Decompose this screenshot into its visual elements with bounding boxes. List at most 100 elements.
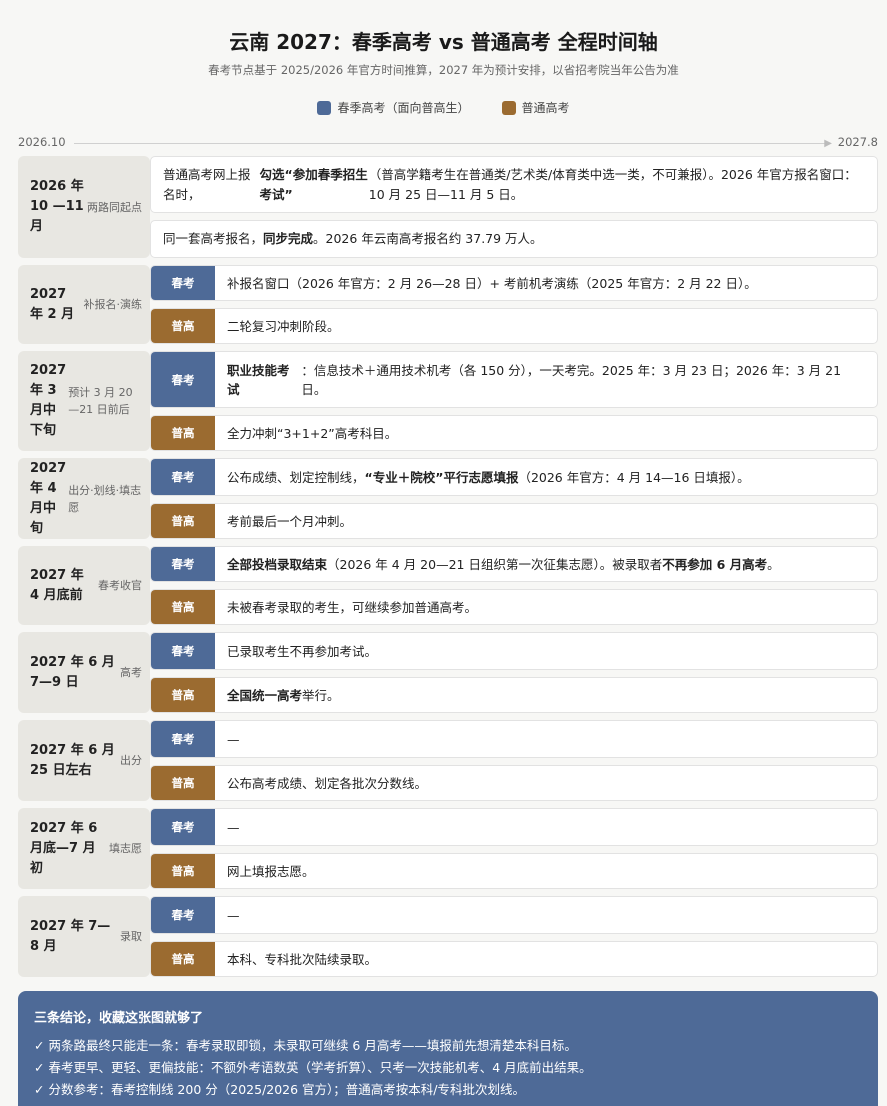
stage-label: 2027 年 2 月补报名·演练 — [18, 265, 150, 344]
row-text: 公布高考成绩、划定各批次分数线。 — [215, 766, 439, 800]
normal-row: 普高 公布高考成绩、划定各批次分数线。 — [150, 765, 878, 801]
stage-label: 2027 年 6 月 25 日左右 出分 — [18, 720, 150, 801]
legend-swatch-normal — [501, 100, 516, 115]
axis-arrow-icon: ▶ — [824, 138, 832, 149]
page-title: 云南 2027：春季高考 vs 普通高考 全程时间轴 — [229, 30, 658, 54]
timeline: 2026 年 10 —11 月两路同起点 普通高考网上报名时， 勾选“参加春季招生考… — [18, 156, 878, 984]
axis-end-label: 2027.8 — [837, 135, 878, 149]
normal-row: 普高 全国统一高考 举行。 — [150, 677, 878, 713]
row-text: 未被春考录取的考生，可继续参加普通高考。 — [215, 590, 489, 624]
stage-rows: 春考 — 普高 网上填报志愿。 — [150, 808, 878, 889]
text-segment: 。2026 年云南高考报名约 37.79 万人。 — [313, 231, 543, 247]
stage-date: 2027 年 6 月底—7 月初 — [30, 820, 98, 876]
row-text: 同一套高考报名， 同步完成 。2026 年云南高考报名约 37.79 万人。 — [151, 221, 555, 257]
spring-row: 春考 已录取考生不再参加考试。 — [150, 632, 878, 670]
text-segment: 已录取考生不再参加考试。 — [227, 643, 378, 659]
text-segment: 。 — [767, 556, 780, 572]
summary-item: ✓ 春考更早、更轻、更偏技能：不额外考语数英（学考折算）、只考一次技能机考、4 … — [34, 1060, 592, 1075]
row-text: 已录取考生不再参加考试。 — [215, 633, 389, 669]
spring-row: 春考 — — [150, 720, 878, 758]
row-text: 补报名窗口（2026 年官方：2 月 26—28 日）+ 考前机考演练（2025… — [215, 266, 769, 300]
stage-date: 2027 年 4 月底前 — [30, 567, 84, 603]
text-segment: — — [227, 731, 240, 747]
spring-row: 春考 补报名窗口（2026 年官方：2 月 26—28 日）+ 考前机考演练（20… — [150, 265, 878, 301]
stage-rows: 春考 公布成绩、划定控制线， “专业＋院校”平行志愿填报 （2026 年官方：4 月 … — [150, 458, 878, 539]
normal-row: 普高 未被春考录取的考生，可继续参加普通高考。 — [150, 589, 878, 625]
stage-rows: 春考 — 普高 公布高考成绩、划定各批次分数线。 — [150, 720, 878, 801]
text-segment: 举行。 — [302, 687, 340, 703]
text-segment: 职业技能考试 — [227, 362, 290, 397]
stage-date: 2027 年 6 月 25 日左右 — [30, 742, 115, 778]
axis-line — [74, 143, 826, 144]
row-text: 本科、专科批次陆续录取。 — [215, 942, 389, 976]
row-text: — — [215, 809, 252, 845]
text-segment: （2026 年 4 月 20—21 日组织第一次征集志愿）。被录取者 — [327, 556, 663, 572]
row-text: — — [215, 897, 252, 933]
normal-badge: 普高 — [151, 416, 215, 450]
stage-rows: 春考 全部投档录取结束 （2026 年 4 月 20—21 日组织第一次征集志愿）。… — [150, 546, 878, 625]
spring-badge: 春考 — [151, 809, 215, 845]
normal-badge: 普高 — [151, 942, 215, 976]
shared-row: 同一套高考报名， 同步完成 。2026 年云南高考报名约 37.79 万人。 — [150, 220, 878, 258]
text-segment: 本科、专科批次陆续录取。 — [227, 951, 378, 967]
text-segment: （普高学籍考生在普通类/艺术类/体育类中选一类，不可兼报）。2026 年官方报名… — [368, 167, 857, 202]
legend-swatch-spring — [317, 100, 332, 115]
spring-badge: 春考 — [151, 266, 215, 300]
text-segment: 二轮复习冲刺阶段。 — [227, 318, 340, 334]
row-text: 二轮复习冲刺阶段。 — [215, 309, 352, 343]
text-segment: 同步完成 — [263, 231, 314, 247]
normal-row: 普高 全力冲刺“3+1+2”高考科目。 — [150, 415, 878, 451]
summary-panel: 三条结论，收藏这张图就够了 ✓ 两条路最终只能走一条：春考录取即锁，未录取可继续… — [18, 991, 878, 1106]
timeline-stage: 2027 年 2 月补报名·演练 春考 补报名窗口（2026 年官方：2 月 26—… — [18, 265, 878, 344]
text-segment: 同一套高考报名， — [163, 231, 264, 247]
spring-badge: 春考 — [151, 352, 215, 407]
normal-badge: 普高 — [151, 590, 215, 624]
stage-label: 2027 年 3 月中下旬 预计 3 月 20—21 日前后 — [18, 351, 150, 451]
stage-label: 2027 年 7—8 月录取 — [18, 896, 150, 977]
axis-start-label: 2026.10 — [18, 135, 66, 149]
time-axis: 2026.10 ▶ 2027.8 — [18, 135, 878, 151]
text-segment: “专业＋院校”平行志愿填报 — [364, 469, 519, 485]
stage-date: 2027 年 4 月中旬 — [30, 460, 67, 536]
shared-row: 普通高考网上报名时， 勾选“参加春季招生考试” （普高学籍考生在普通类/艺术类/体育… — [150, 156, 878, 213]
normal-badge: 普高 — [151, 678, 215, 712]
normal-badge: 普高 — [151, 854, 215, 888]
row-text: 公布成绩、划定控制线， “专业＋院校”平行志愿填报 （2026 年官方：4 月 14… — [215, 459, 762, 495]
timeline-stage: 2027 年 4 月底前 春考收官 春考 全部投档录取结束 （2026 年 4 月 20… — [18, 546, 878, 625]
spring-row: 春考 职业技能考试 ：信息技术＋通用技术机考（各 150 分），一天考完。2025 … — [150, 351, 878, 408]
row-text: 考前最后一个月冲刺。 — [215, 504, 364, 538]
stage-tag: 春考收官 — [98, 579, 142, 592]
text-segment: 未被春考录取的考生，可继续参加普通高考。 — [227, 599, 478, 615]
spring-row: 春考 — — [150, 808, 878, 846]
timeline-stage: 2027 年 6 月底—7 月初 填志愿 春考 — 普高 网上填报志愿。 — [18, 808, 878, 889]
timeline-stage: 2027 年 7—8 月录取 春考 — 普高 本科、专科批次陆续录取。 — [18, 896, 878, 977]
stage-rows: 普通高考网上报名时， 勾选“参加春季招生考试” （普高学籍考生在普通类/艺术类/体育… — [150, 156, 878, 258]
legend-label-spring: 春季高考（面向普高生） — [337, 101, 470, 115]
row-text: 职业技能考试 ：信息技术＋通用技术机考（各 150 分），一天考完。2025 年：… — [215, 352, 877, 407]
timeline-stage: 2027 年 3 月中下旬 预计 3 月 20—21 日前后 春考 职业技能考试 ：信息… — [18, 351, 878, 451]
stage-label: 2026 年 10 —11 月两路同起点 — [18, 156, 150, 258]
stage-date: 2027 年 3 月中下旬 — [30, 363, 67, 438]
timeline-stage: 2027 年 6 月 25 日左右 出分 春考 — 普高 公布高考成绩、划定各批次分数线。 — [18, 720, 878, 801]
spring-row: 春考 — — [150, 896, 878, 934]
text-segment: ：信息技术＋通用技术机考（各 150 分），一天考完。2025 年：3 月 23… — [301, 362, 842, 397]
text-segment: 补报名窗口（2026 年官方：2 月 26—28 日）+ 考前机考演练（2025… — [227, 275, 757, 291]
spring-badge: 春考 — [151, 547, 215, 581]
timeline-stage: 2027 年 4 月中旬 出分·划线·填志愿 春考 公布成绩、划定控制线， “专业＋院校… — [18, 458, 878, 539]
text-segment: 勾选“参加春季招生考试” — [259, 167, 368, 202]
normal-row: 普高 网上填报志愿。 — [150, 853, 878, 889]
text-segment: 普通高考网上报名时， — [163, 167, 251, 202]
spring-badge: 春考 — [151, 633, 215, 669]
stage-label: 2027 年 6 月底—7 月初 填志愿 — [18, 808, 150, 889]
timeline-stage: 2026 年 10 —11 月两路同起点 普通高考网上报名时， 勾选“参加春季招生考… — [18, 156, 878, 258]
legend-label-normal: 普通高考 — [521, 101, 570, 115]
stage-tag: 高考 — [120, 666, 142, 679]
stage-rows: 春考 已录取考生不再参加考试。 普高 全国统一高考 举行。 — [150, 632, 878, 713]
spring-badge: 春考 — [151, 459, 215, 495]
summary-item: ✓ 分数参考：春考控制线 200 分（2025/2026 官方）；普通高考按本科… — [34, 1082, 526, 1097]
legend: 春季高考（面向普高生） 普通高考 — [0, 99, 887, 116]
spring-badge: 春考 — [151, 721, 215, 757]
summary-item: ✓ 两条路最终只能走一条：春考录取即锁，未录取可继续 6 月高考——填报前先想清… — [34, 1038, 577, 1053]
normal-row: 普高 考前最后一个月冲刺。 — [150, 503, 878, 539]
spring-row: 春考 全部投档录取结束 （2026 年 4 月 20—21 日组织第一次征集志愿）。… — [150, 546, 878, 582]
